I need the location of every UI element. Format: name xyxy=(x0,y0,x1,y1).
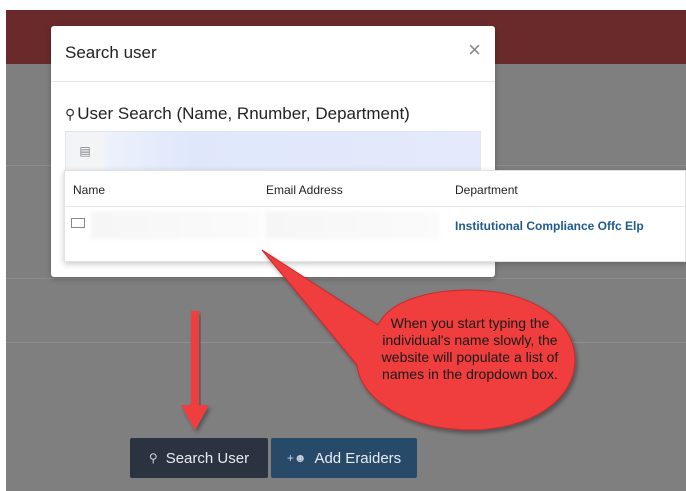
annotation-layer xyxy=(181,249,576,431)
callout-text: When you start typing the individual's n… xyxy=(381,315,559,382)
screenshot-stage: ⚲ Search User +☻ Add Eraiders Search use… xyxy=(0,0,686,491)
arrow-head xyxy=(181,405,209,430)
arrow-shaft xyxy=(191,311,199,407)
